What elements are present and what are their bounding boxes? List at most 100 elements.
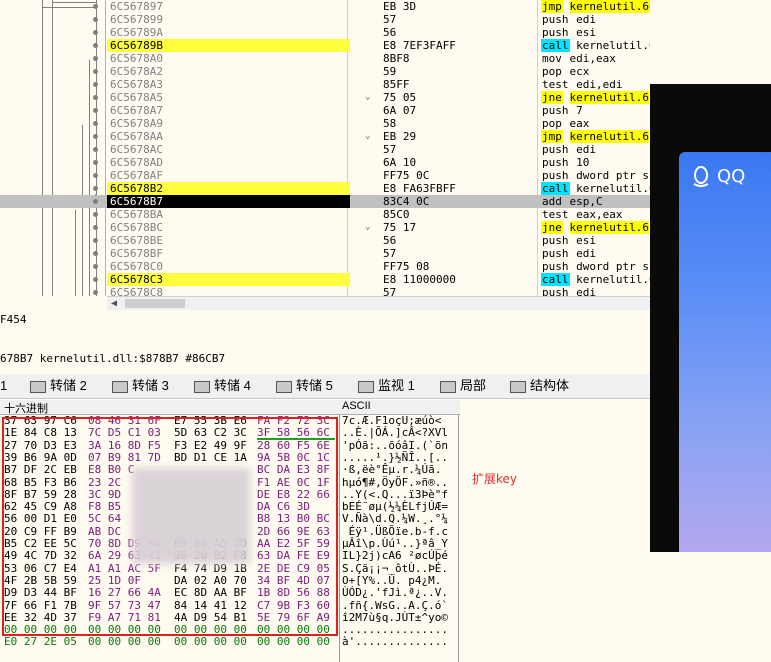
breakpoint-dot[interactable] xyxy=(93,82,98,87)
tab-label: 1 xyxy=(0,378,8,393)
disasm-row[interactable]: 6C5678AA ⌄ EB 29 jmp kernelutil.6 xyxy=(0,130,650,143)
disasm-bytes: 57 xyxy=(383,286,397,296)
penguin-icon xyxy=(693,166,709,187)
breakpoint-dot[interactable] xyxy=(93,238,98,243)
disasm-bytes: 6A 07 xyxy=(383,104,417,117)
disasm-bytes: 75 17 xyxy=(383,221,417,234)
disasm-instruction: push edi xyxy=(541,13,596,26)
qq-panel[interactable]: QQ xyxy=(679,152,771,552)
disasm-row[interactable]: 6C56789B E8 7EF3FAFF call kernelutil.6C516… xyxy=(0,39,650,52)
breakpoint-dot[interactable] xyxy=(93,186,98,191)
breakpoint-dot[interactable] xyxy=(93,69,98,74)
tab-dump-6[interactable]: 监视 1 xyxy=(358,376,415,396)
disasm-row[interactable]: 6C5678BC ⌄ 75 17 jne kernelutil.6 xyxy=(0,221,650,234)
breakpoint-dot[interactable] xyxy=(93,160,98,165)
tab-dump-1[interactable]: 1 xyxy=(0,376,7,396)
dump-icon xyxy=(276,380,292,393)
breakpoint-dot[interactable] xyxy=(93,290,98,295)
mnemonic: call xyxy=(541,182,570,195)
disasm-row[interactable]: 6C5678A5 ⌄ 75 05 jne kernelutil.6 xyxy=(0,91,650,104)
operand: ecx xyxy=(569,65,590,78)
disasm-row[interactable]: 6C5678AC 57 push edi xyxy=(0,143,650,156)
operand: kernelutil.6C5678D6 xyxy=(569,0,650,13)
breakpoint-dot[interactable] xyxy=(93,173,98,178)
disassembly-pane[interactable]: 6C567897EB 3Djmp kernelutil.6C5678D66C56… xyxy=(0,0,650,296)
disasm-row[interactable]: 6C5678C3 E8 11000000 call kernelutil.6 xyxy=(0,273,650,286)
disasm-row[interactable]: 6C5678AF FF75 0C push dword ptr s xyxy=(0,169,650,182)
tab-dump-8[interactable]: 结构体 xyxy=(510,376,569,396)
disasm-instruction: pop ecx xyxy=(541,65,589,78)
tab-dump-2[interactable]: 转储 2 xyxy=(30,376,87,396)
breakpoint-dot[interactable] xyxy=(93,30,98,35)
disasm-address: 6C5678AA xyxy=(110,130,163,143)
breakpoint-dot[interactable] xyxy=(93,43,98,48)
breakpoint-dot[interactable] xyxy=(93,199,98,204)
mnemonic: jmp xyxy=(541,130,563,143)
mnemonic: push xyxy=(542,13,569,26)
breakpoint-dot[interactable] xyxy=(93,56,98,61)
disasm-row[interactable]: 6C567899 57 push edi xyxy=(0,13,650,26)
ascii-column-header: ASCII xyxy=(342,400,371,412)
disasm-row[interactable]: 6C5678B7 83C4 0C add esp,C xyxy=(0,195,650,208)
disasm-instruction: push esi xyxy=(541,26,596,39)
breakpoint-dot[interactable] xyxy=(93,121,98,126)
disasm-row[interactable]: 6C5678C0 FF75 08 push dword ptr s xyxy=(0,260,650,273)
disasm-row[interactable]: 6C5678A7 6A 07 push 7 xyxy=(0,104,650,117)
operand: kernelutil.6C516C1E xyxy=(576,39,650,52)
scroll-thumb[interactable] xyxy=(125,299,185,308)
breakpoint-dot[interactable] xyxy=(93,134,98,139)
hex-header: 十六进制 ASCII xyxy=(0,400,460,415)
disasm-address: 6C5678AC xyxy=(110,143,163,156)
breakpoint-dot[interactable] xyxy=(93,212,98,217)
chevron-left-icon[interactable]: ◀ xyxy=(111,298,117,309)
breakpoint-dot[interactable] xyxy=(93,251,98,256)
disasm-address: 6C56789B xyxy=(107,39,350,52)
disasm-row[interactable]: 6C5678A2 59 pop ecx xyxy=(0,65,650,78)
operand: dword ptr s xyxy=(576,169,649,182)
disasm-instruction: test eax,eax xyxy=(541,208,622,221)
disasm-row[interactable]: 6C5678BF 57 push edi xyxy=(0,247,650,260)
qq-window[interactable]: QQ xyxy=(650,84,771,552)
horizontal-scrollbar[interactable]: ◀ xyxy=(107,296,650,310)
tab-dump-4[interactable]: 转储 4 xyxy=(194,376,251,396)
disasm-address: 6C5678AD xyxy=(110,156,163,169)
breakpoint-dot[interactable] xyxy=(93,95,98,100)
disasm-row[interactable]: 6C5678A9 58 pop eax xyxy=(0,117,650,130)
breakpoint-dot[interactable] xyxy=(93,225,98,230)
breakpoint-dot[interactable] xyxy=(93,108,98,113)
disasm-address: 6C5678C8 xyxy=(110,286,163,296)
breakpoint-dot[interactable] xyxy=(93,17,98,22)
mnemonic: test xyxy=(542,78,569,91)
disasm-instruction: push dword ptr s xyxy=(541,260,649,273)
disasm-row[interactable]: 6C5678AD 6A 10 push 10 xyxy=(0,156,650,169)
hex-column-header: 十六进制 xyxy=(4,403,48,415)
disasm-bytes: EB 3D xyxy=(383,0,417,13)
disasm-row[interactable]: 6C567897 EB 3D jmp kernelutil.6C5678D6 xyxy=(0,0,650,13)
tab-dump-7[interactable]: 局部 xyxy=(440,376,486,396)
disasm-row[interactable]: 6C56789A 56 push esi xyxy=(0,26,650,39)
mnemonic: push xyxy=(542,156,569,169)
breakpoint-dot[interactable] xyxy=(93,264,98,269)
tab-dump-5[interactable]: 转储 5 xyxy=(276,376,333,396)
operand: dword ptr s xyxy=(576,260,649,273)
disasm-bytes: E8 11000000 xyxy=(383,273,456,286)
disasm-bytes: 59 xyxy=(383,65,397,78)
mnemonic: push xyxy=(542,143,569,156)
operand: esp,C xyxy=(569,195,603,208)
disasm-row[interactable]: 6C5678BA 85C0 test eax,eax xyxy=(0,208,650,221)
breakpoint-dot[interactable] xyxy=(93,4,98,9)
disasm-row[interactable]: 6C5678BE 56 push esi xyxy=(0,234,650,247)
disasm-bytes: E8 FA63FBFF xyxy=(383,182,456,195)
ascii-row: hµó¶#,ÖyÖF.»ñ®.. xyxy=(342,475,448,489)
dump-icon xyxy=(30,380,46,393)
breakpoint-dot[interactable] xyxy=(93,277,98,282)
mnemonic: push xyxy=(542,104,569,117)
tab-dump-3[interactable]: 转储 3 xyxy=(112,376,169,396)
disasm-row[interactable]: 6C5678A3 85FF test edi,edi xyxy=(0,78,650,91)
breakpoint-dot[interactable] xyxy=(93,147,98,152)
disasm-row[interactable]: 6C5678C8 57 push edi xyxy=(0,286,650,296)
disasm-row[interactable]: 6C5678A0 8BF8 mov edi,eax xyxy=(0,52,650,65)
disasm-row[interactable]: 6C5678B2 E8 FA63FBFF call kernelutil.6 xyxy=(0,182,650,195)
disasm-address: 6C5678B7 xyxy=(107,195,350,208)
operand: esi xyxy=(576,234,596,247)
